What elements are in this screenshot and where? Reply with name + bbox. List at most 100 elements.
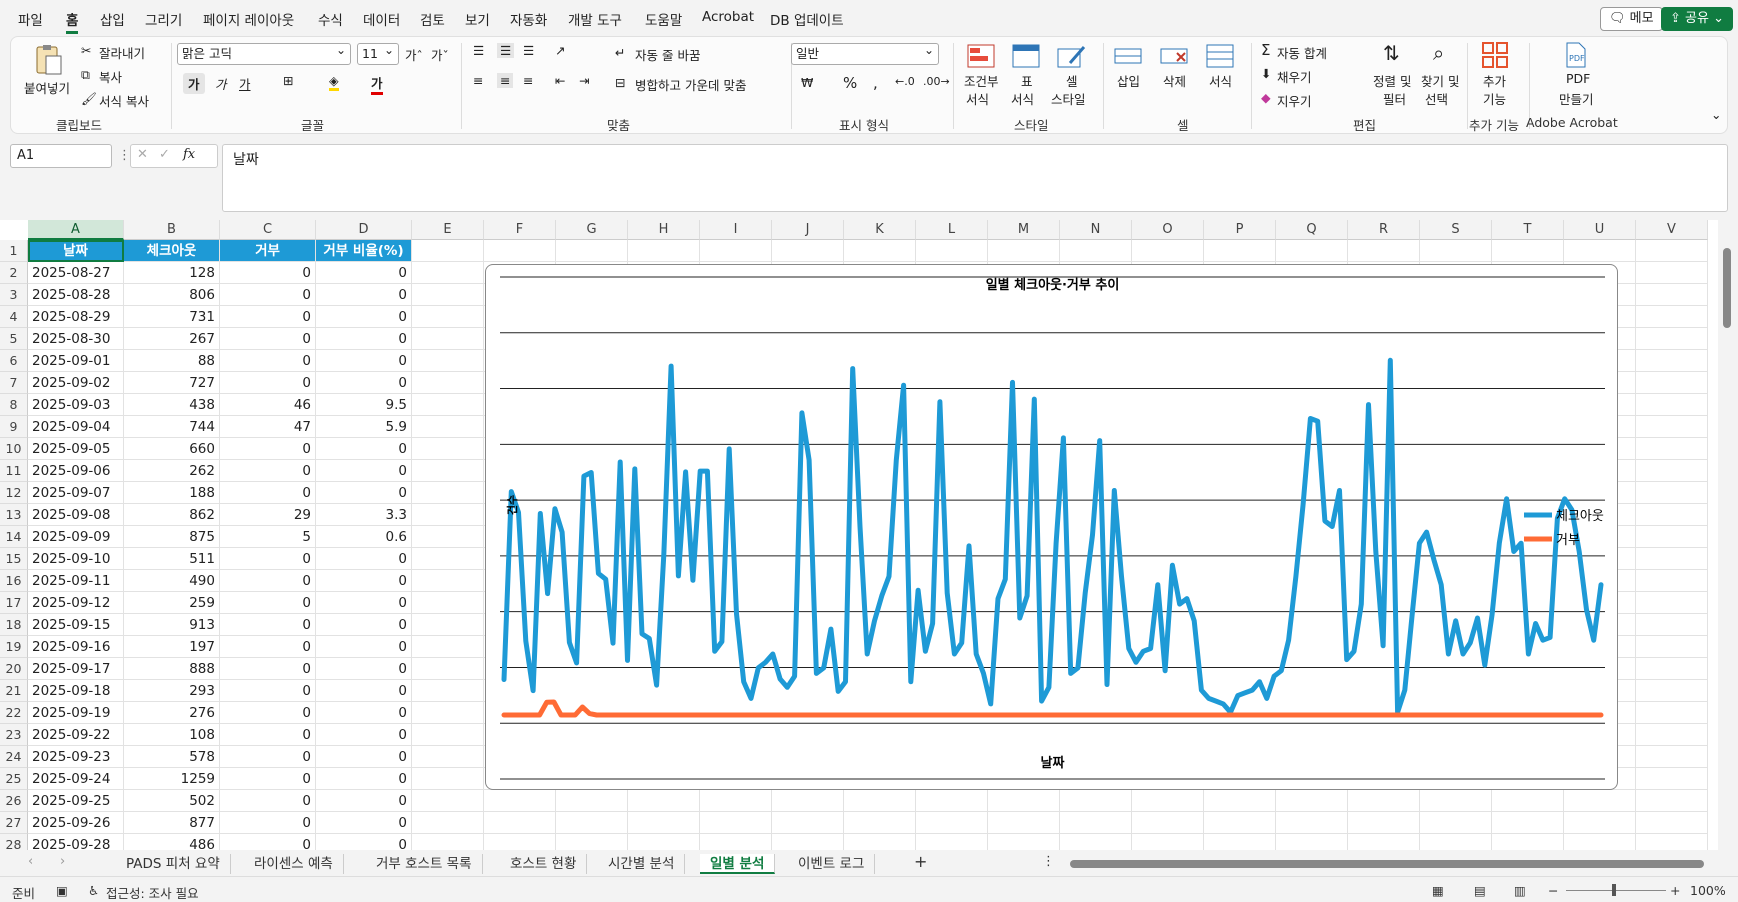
cell[interactable]: 0: [316, 746, 412, 768]
header-cell[interactable]: 거부 비율(%): [316, 240, 412, 262]
cell[interactable]: 2025-09-16: [28, 636, 124, 658]
column-header[interactable]: L: [916, 220, 988, 240]
cell[interactable]: 0: [220, 812, 316, 834]
cell[interactable]: [1636, 834, 1708, 850]
autosum-button[interactable]: 자동 합계: [1277, 43, 1327, 62]
cell[interactable]: [412, 636, 484, 658]
cell[interactable]: [412, 350, 484, 372]
cell[interactable]: 0: [316, 658, 412, 680]
cell-styles-label-1[interactable]: 셀: [1066, 71, 1078, 90]
cell[interactable]: [1636, 724, 1708, 746]
menu-review[interactable]: 검토: [420, 9, 445, 29]
row-header[interactable]: 23: [0, 724, 28, 746]
cell[interactable]: 0: [316, 614, 412, 636]
cell[interactable]: 0: [316, 636, 412, 658]
cell[interactable]: 197: [124, 636, 220, 658]
cell[interactable]: [772, 790, 844, 812]
cell[interactable]: [1636, 658, 1708, 680]
cell[interactable]: [1636, 262, 1708, 284]
cell[interactable]: 108: [124, 724, 220, 746]
sort-filter-label-1[interactable]: 정렬 및: [1373, 71, 1411, 90]
cell[interactable]: 0: [316, 350, 412, 372]
cell[interactable]: 2025-08-29: [28, 306, 124, 328]
cell[interactable]: [1348, 790, 1420, 812]
menu-acrobat[interactable]: Acrobat: [702, 9, 754, 25]
tab-options-icon[interactable]: ⋮: [1042, 854, 1055, 869]
cell[interactable]: 0: [220, 350, 316, 372]
zoom-in-icon[interactable]: +: [1670, 883, 1680, 898]
cell[interactable]: [412, 592, 484, 614]
comma-icon[interactable]: ,: [873, 74, 878, 92]
cell[interactable]: 438: [124, 394, 220, 416]
cell[interactable]: [1204, 790, 1276, 812]
cell[interactable]: [1420, 834, 1492, 850]
cell[interactable]: 511: [124, 548, 220, 570]
pdf-icon[interactable]: PDF: [1561, 41, 1589, 69]
cell[interactable]: 0: [316, 284, 412, 306]
cell[interactable]: 486: [124, 834, 220, 850]
cell[interactable]: 2025-09-06: [28, 460, 124, 482]
decrease-indent-icon[interactable]: ⇤: [555, 73, 565, 88]
cell[interactable]: 0: [220, 658, 316, 680]
cell[interactable]: [700, 240, 772, 262]
cell[interactable]: [1564, 240, 1636, 262]
cell[interactable]: [628, 790, 700, 812]
cell[interactable]: [484, 834, 556, 850]
row-header[interactable]: 22: [0, 702, 28, 724]
align-center-icon[interactable]: ≡: [497, 73, 514, 88]
cell[interactable]: [988, 834, 1060, 850]
cell[interactable]: 2025-09-10: [28, 548, 124, 570]
cell[interactable]: [1060, 240, 1132, 262]
cell[interactable]: [412, 768, 484, 790]
cell[interactable]: 578: [124, 746, 220, 768]
cell[interactable]: 128: [124, 262, 220, 284]
column-header[interactable]: J: [772, 220, 844, 240]
share-button[interactable]: ⇪ 공유 ⌄: [1661, 7, 1734, 31]
column-header[interactable]: R: [1348, 220, 1420, 240]
cell[interactable]: [412, 372, 484, 394]
cell[interactable]: [412, 812, 484, 834]
paste-button[interactable]: 붙여넣기: [24, 78, 70, 97]
cell[interactable]: 0: [316, 328, 412, 350]
cell[interactable]: [1636, 350, 1708, 372]
cell[interactable]: [412, 284, 484, 306]
conditional-format-label-2[interactable]: 서식: [966, 89, 989, 108]
cell[interactable]: [412, 724, 484, 746]
cell[interactable]: [1636, 460, 1708, 482]
insert-cells-icon[interactable]: [1113, 43, 1143, 69]
cell[interactable]: [412, 262, 484, 284]
cell[interactable]: [1636, 614, 1708, 636]
zoom-out-icon[interactable]: −: [1548, 883, 1558, 898]
cell[interactable]: [700, 812, 772, 834]
header-cell[interactable]: 거부: [220, 240, 316, 262]
cell[interactable]: 2025-09-15: [28, 614, 124, 636]
cell[interactable]: [1636, 394, 1708, 416]
cell[interactable]: 0: [220, 482, 316, 504]
cell[interactable]: 0: [316, 768, 412, 790]
menu-insert[interactable]: 삽입: [100, 9, 125, 29]
cell[interactable]: [1636, 328, 1708, 350]
font-size-select[interactable]: 11: [357, 40, 399, 65]
cell[interactable]: 0: [316, 570, 412, 592]
column-header[interactable]: M: [988, 220, 1060, 240]
cell[interactable]: 2025-09-04: [28, 416, 124, 438]
cell[interactable]: 0: [220, 460, 316, 482]
sort-filter-label-2[interactable]: 필터: [1383, 89, 1406, 108]
cell[interactable]: [700, 790, 772, 812]
currency-icon[interactable]: ₩: [801, 75, 813, 90]
grow-font-icon[interactable]: 가ˆ: [405, 45, 423, 64]
cell[interactable]: 0: [220, 724, 316, 746]
cell[interactable]: 0: [220, 702, 316, 724]
row-header[interactable]: 19: [0, 636, 28, 658]
cell[interactable]: 2025-08-27: [28, 262, 124, 284]
cell[interactable]: 731: [124, 306, 220, 328]
cell[interactable]: [556, 790, 628, 812]
cell[interactable]: 862: [124, 504, 220, 526]
eraser-icon[interactable]: ◆: [1261, 90, 1271, 105]
row-header[interactable]: 24: [0, 746, 28, 768]
cell[interactable]: [556, 834, 628, 850]
cell[interactable]: [1636, 768, 1708, 790]
cell[interactable]: 0: [316, 306, 412, 328]
cell[interactable]: [1636, 372, 1708, 394]
copy-icon[interactable]: ⧉: [81, 67, 90, 83]
